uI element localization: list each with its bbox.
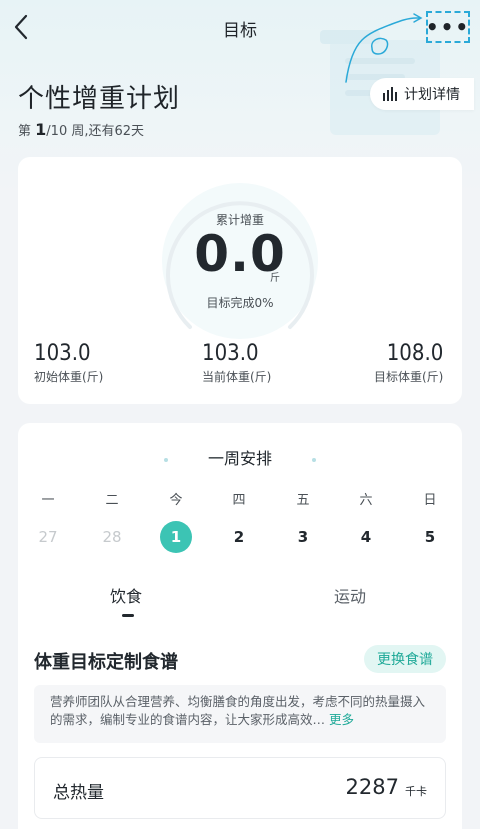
week-current: 1	[35, 120, 47, 139]
weekday-label: 五	[296, 493, 310, 508]
active-tab-indicator	[122, 614, 134, 617]
bar-chart-icon	[383, 87, 397, 101]
tab-food[interactable]: 饮食	[110, 583, 142, 607]
plan-detail-label: 计划详情	[404, 87, 460, 103]
gain-unit: 斤	[270, 273, 280, 284]
weekday-label: 四	[232, 493, 246, 508]
plan-detail-button[interactable]: 计划详情	[370, 78, 474, 110]
total-calories-row[interactable]: 总热量 2287 千卡	[34, 757, 446, 819]
week-title-row: 一周安排	[18, 445, 462, 469]
gain-value: 0.0	[194, 225, 286, 283]
completion-text: 目标完成0%	[206, 296, 274, 310]
tab-sport[interactable]: 运动	[334, 583, 366, 607]
more-link[interactable]: 更多	[329, 712, 354, 727]
total-calories-value: 2287	[345, 775, 399, 799]
date-cell-today[interactable]: 1	[160, 521, 192, 553]
weight-progress-card: 累计增重 0.0 斤 目标完成0% 103.0 初始体重(斤) 103.0 当前…	[18, 157, 462, 404]
start-weight: 103.0 初始体重(斤)	[34, 341, 103, 385]
recipe-description-text: 营养师团队从合理营养、均衡膳食的角度出发，考虑不同的热量摄入的需求，编制专业的食…	[50, 694, 426, 727]
target-weight-value: 108.0	[386, 341, 444, 366]
date-cell[interactable]: 2	[221, 521, 257, 553]
current-weight-label: 当前体重(斤)	[202, 370, 272, 384]
target-weight-label: 目标体重(斤)	[374, 370, 444, 384]
weekday-label: 日	[423, 493, 437, 508]
more-dots-icon: •••	[425, 15, 471, 39]
week-prefix: 第	[18, 124, 32, 139]
plan-week-progress: 第 1/10 周,还有62天	[18, 120, 144, 139]
recipe-description: 营养师团队从合理营养、均衡膳食的角度出发，考虑不同的热量摄入的需求，编制专业的食…	[34, 685, 446, 743]
total-calories-label: 总热量	[53, 783, 104, 803]
weekday-label: 一	[41, 493, 55, 508]
date-cell[interactable]: 3	[285, 521, 321, 553]
weekday-label: 二	[105, 493, 119, 508]
start-weight-value: 103.0	[34, 341, 91, 366]
weekday-label: 今	[169, 493, 183, 508]
weekly-schedule-card: 一周安排 一 二 今 四 五 六 日 27 28 1 2 3 4 5 饮食 运动…	[18, 423, 462, 829]
weekday-label: 六	[359, 493, 373, 508]
plan-title: 个性增重计划	[18, 84, 181, 114]
current-weight: 103.0 当前体重(斤)	[202, 341, 271, 385]
more-options-button[interactable]: •••	[426, 11, 470, 43]
decor-dot	[312, 457, 316, 462]
change-recipe-button[interactable]: 更换食谱	[364, 645, 446, 673]
start-weight-label: 初始体重(斤)	[34, 370, 104, 384]
date-cell[interactable]: 28	[94, 521, 130, 553]
date-cell[interactable]: 27	[30, 521, 66, 553]
date-cell[interactable]: 5	[412, 521, 448, 553]
week-title: 一周安排	[207, 449, 272, 468]
annotation-scribble	[345, 13, 423, 83]
total-calories-unit: 千卡	[405, 785, 427, 798]
current-weight-value: 103.0	[202, 341, 259, 366]
decor-dot	[163, 457, 168, 462]
week-rest: /10 周,还有62天	[46, 124, 145, 139]
target-weight: 108.0 目标体重(斤)	[374, 341, 443, 385]
date-cell[interactable]: 4	[348, 521, 384, 553]
recipe-title: 体重目标定制食谱	[34, 652, 178, 673]
